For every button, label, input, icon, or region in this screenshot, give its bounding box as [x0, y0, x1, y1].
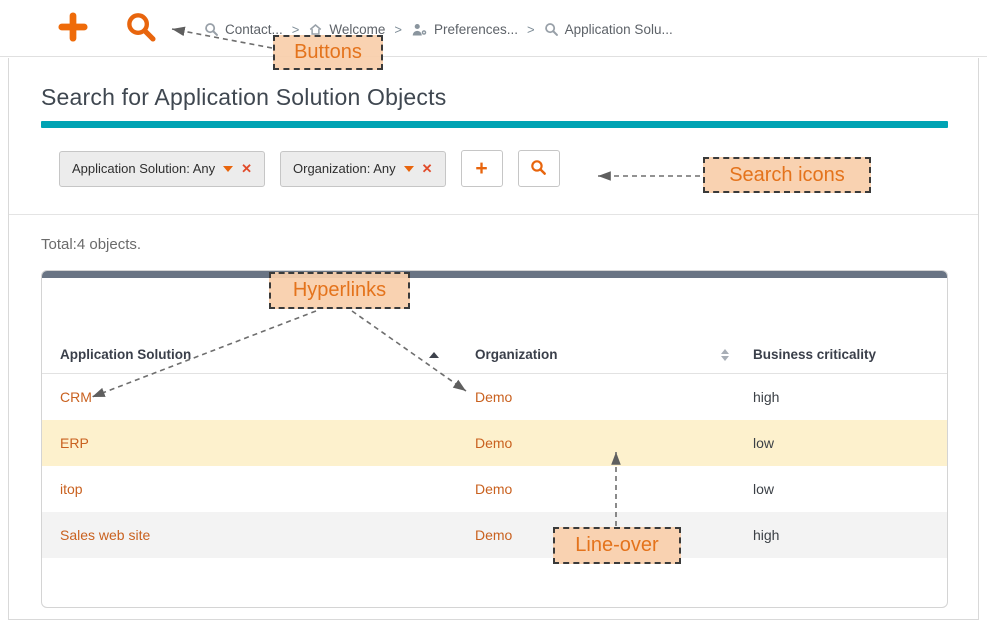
table-row[interactable]: ERP Demo low	[42, 420, 947, 466]
organization-link[interactable]: Demo	[475, 481, 512, 497]
breadcrumb-item-welcome[interactable]: Welcome	[308, 22, 385, 37]
magnifier-icon	[530, 159, 547, 179]
results-table: Application Solution Organization Busine…	[41, 270, 948, 608]
title-accent-bar	[41, 121, 948, 128]
breadcrumb-label: Application Solu...	[565, 22, 673, 37]
new-object-button[interactable]	[56, 11, 90, 45]
remove-criterion-icon[interactable]: ✕	[422, 161, 433, 177]
table-header-row: Application Solution Organization Busine…	[42, 336, 947, 374]
results-total: Total:4 objects.	[41, 236, 141, 253]
search-form-divider	[9, 214, 978, 215]
criterion-label: Organization: Any	[293, 161, 396, 176]
breadcrumb: Contact... > Welcome > Preferences... >	[204, 17, 673, 41]
search-icon	[204, 22, 219, 37]
breadcrumb-item-application-solution[interactable]: Application Solu...	[544, 22, 673, 37]
column-label: Organization	[475, 347, 558, 362]
table-row[interactable]: CRM Demo high	[42, 374, 947, 420]
page-title: Search for Application Solution Objects	[41, 84, 446, 111]
chevron-down-icon	[404, 166, 414, 172]
main-content: Search for Application Solution Objects …	[8, 58, 979, 620]
breadcrumb-label: Contact...	[225, 22, 283, 37]
application-solution-link[interactable]: ERP	[60, 435, 89, 451]
run-search-button[interactable]	[518, 150, 560, 187]
organization-link[interactable]: Demo	[475, 389, 512, 405]
table-accent-bar	[42, 271, 947, 278]
total-label: Total:	[41, 236, 77, 253]
chevron-down-icon	[223, 166, 233, 172]
welcome-icon	[308, 22, 323, 37]
table-row[interactable]: Sales web site Demo high	[42, 512, 947, 558]
breadcrumb-separator: >	[292, 22, 300, 37]
criterion-application-solution[interactable]: Application Solution: Any ✕	[59, 151, 265, 187]
breadcrumb-separator: >	[527, 22, 535, 37]
magnifier-icon	[125, 31, 157, 46]
sort-ascending-icon	[429, 352, 439, 358]
global-search-button[interactable]	[124, 11, 158, 45]
preferences-icon	[411, 22, 428, 37]
search-criteria-row: Application Solution: Any ✕ Organization…	[59, 150, 560, 187]
top-toolbar: Contact... > Welcome > Preferences... >	[0, 0, 987, 57]
column-label: Application Solution	[60, 347, 191, 362]
plus-icon	[57, 31, 89, 46]
sortable-icon	[721, 349, 729, 361]
business-criticality-value: low	[753, 435, 947, 451]
breadcrumb-item-contact[interactable]: Contact...	[204, 22, 283, 37]
table-row[interactable]: itop Demo low	[42, 466, 947, 512]
column-label: Business criticality	[753, 347, 876, 362]
application-solution-link[interactable]: CRM	[60, 389, 92, 405]
screen: Contact... > Welcome > Preferences... >	[0, 0, 987, 627]
application-solution-link[interactable]: itop	[60, 481, 83, 497]
remove-criterion-icon[interactable]: ✕	[241, 161, 252, 177]
business-criticality-value: low	[753, 481, 947, 497]
column-header-business-criticality[interactable]: Business criticality	[753, 347, 947, 362]
business-criticality-value: high	[753, 527, 947, 543]
organization-link[interactable]: Demo	[475, 435, 512, 451]
search-icon	[544, 22, 559, 37]
add-criterion-button[interactable]: +	[461, 150, 503, 187]
application-solution-link[interactable]: Sales web site	[60, 527, 150, 543]
organization-link[interactable]: Demo	[475, 527, 512, 543]
breadcrumb-label: Preferences...	[434, 22, 518, 37]
breadcrumb-item-preferences[interactable]: Preferences...	[411, 22, 518, 37]
breadcrumb-separator: >	[394, 22, 402, 37]
criterion-organization[interactable]: Organization: Any ✕	[280, 151, 446, 187]
criterion-label: Application Solution: Any	[72, 161, 215, 176]
column-header-organization[interactable]: Organization	[475, 347, 753, 362]
business-criticality-value: high	[753, 389, 947, 405]
breadcrumb-label: Welcome	[329, 22, 385, 37]
total-value: 4 objects.	[77, 236, 141, 253]
column-header-application-solution[interactable]: Application Solution	[60, 347, 475, 362]
